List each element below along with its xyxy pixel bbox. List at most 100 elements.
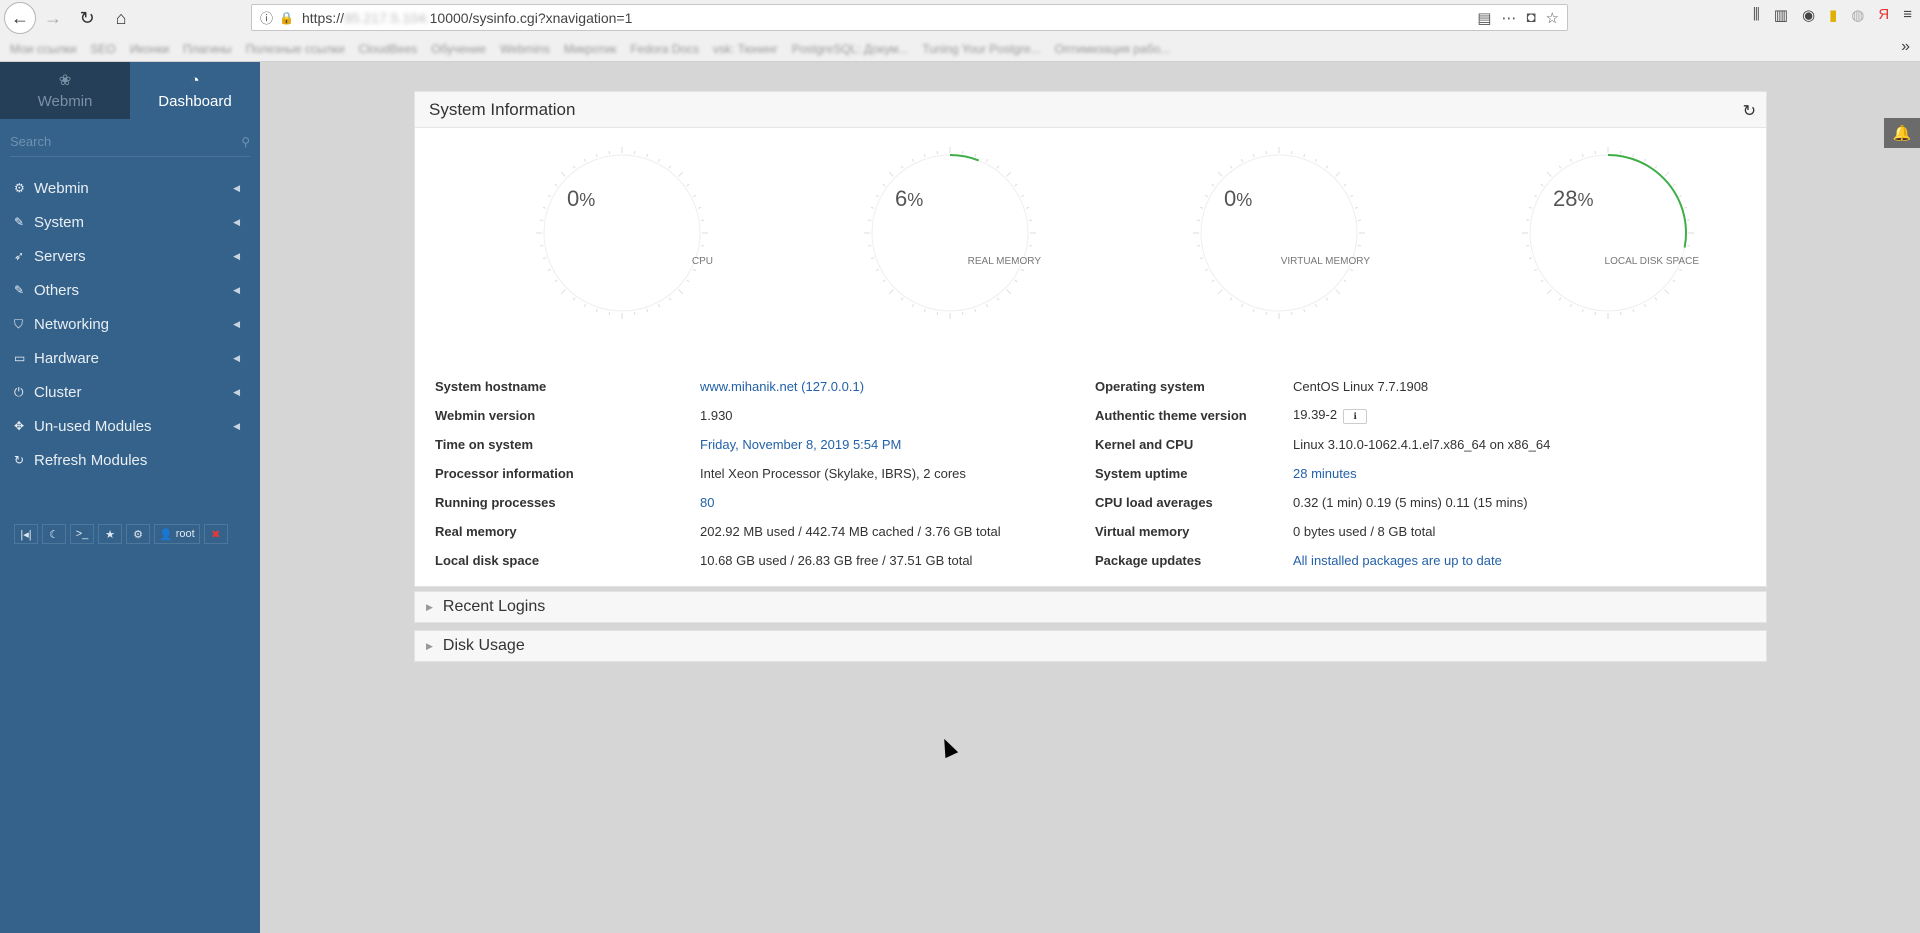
bookmark-item[interactable]: Обучение bbox=[431, 42, 486, 56]
tab-webmin[interactable]: ❀ Webmin bbox=[0, 62, 130, 119]
favorites-star-icon[interactable]: ★ bbox=[98, 524, 122, 544]
yandex-icon[interactable]: Я bbox=[1878, 6, 1889, 24]
gauge-tick bbox=[888, 289, 894, 295]
sidebar-item-un-used-modules[interactable]: ✥ Un-used Modules ◀ bbox=[0, 409, 260, 443]
browser-toolbar: ← → ↻ ⌂ ⓘ 🔒 https://95.217.5.104:10000/s… bbox=[0, 0, 1920, 36]
info-row: Processor information Intel Xeon Processo… bbox=[415, 459, 1768, 488]
gauge-tick bbox=[870, 206, 875, 209]
bookmark-star-icon[interactable]: ☆ bbox=[1546, 9, 1559, 27]
wrench-icon: ✎ bbox=[14, 283, 25, 297]
bookmark-item[interactable]: Tuning Your Postgre... bbox=[922, 42, 1040, 56]
pocket-icon[interactable]: ◘ bbox=[1526, 9, 1535, 27]
sidebar-item-servers[interactable]: ➶ Servers ◀ bbox=[0, 239, 260, 273]
gauge-tick bbox=[1654, 165, 1658, 169]
gauge-tick bbox=[686, 183, 690, 187]
sidebar-item-others[interactable]: ✎ Others ◀ bbox=[0, 273, 260, 307]
gauge-tick bbox=[1664, 289, 1670, 295]
globe-icon[interactable]: ◍ bbox=[1851, 6, 1864, 24]
bookmark-item[interactable]: Мои ссылки bbox=[10, 42, 76, 56]
bookmark-item[interactable]: SEO bbox=[90, 42, 115, 56]
sidebar-item-hardware[interactable]: ▭ Hardware ◀ bbox=[0, 341, 260, 375]
gauge-tick bbox=[1325, 297, 1329, 301]
bookmark-item[interactable]: Fedora Docs bbox=[630, 42, 699, 56]
bookmark-item[interactable]: Webmins bbox=[500, 42, 550, 56]
info-row: System hostname www.mihanik.net (127.0.0.… bbox=[415, 372, 1768, 401]
collapse-sidebar-icon[interactable]: |◂| bbox=[14, 524, 38, 544]
caret-left-icon: ◀ bbox=[233, 216, 240, 227]
account-icon[interactable]: ◉ bbox=[1802, 6, 1815, 24]
gauge-real-memory: 6% REAL MEMORY bbox=[855, 138, 1045, 328]
gauge-tick bbox=[974, 153, 977, 158]
sidebar-item-label: Servers bbox=[34, 247, 86, 265]
disk-usage-section[interactable]: ▶ Disk Usage bbox=[414, 630, 1767, 662]
notification-bell-icon[interactable]: 🔔 bbox=[1884, 118, 1920, 148]
library-icon[interactable]: ⫼ bbox=[1753, 6, 1760, 24]
bookmark-item[interactable]: vsk: Тюнинг bbox=[713, 42, 778, 56]
gauge-tick bbox=[1335, 171, 1341, 177]
theme-settings-icon[interactable]: ⚙ bbox=[126, 524, 150, 544]
bookmark-item[interactable]: CloudBees bbox=[358, 42, 417, 56]
page-actions-icon[interactable]: ⋯ bbox=[1501, 9, 1516, 27]
refresh-icon[interactable]: ↻ bbox=[1743, 101, 1756, 121]
info-value[interactable]: Friday, November 8, 2019 5:54 PM bbox=[700, 437, 901, 452]
back-arrow-icon[interactable]: ← bbox=[4, 2, 36, 34]
bookmark-item[interactable]: Иконки bbox=[130, 42, 169, 56]
section-title: Recent Logins bbox=[442, 598, 546, 615]
info-value: Intel Xeon Processor (Skylake, IBRS), 2 … bbox=[700, 466, 966, 481]
gauge-tick bbox=[572, 165, 576, 169]
info-value[interactable]: 80 bbox=[700, 495, 714, 510]
info-value: Linux 3.10.0-1062.4.1.el7.x86_64 on x86_… bbox=[1293, 437, 1551, 452]
recent-logins-section[interactable]: ▶ Recent Logins bbox=[414, 591, 1767, 623]
gauge-tick bbox=[678, 289, 684, 295]
logout-icon[interactable]: ✖ bbox=[203, 524, 228, 544]
reload-icon[interactable]: ↻ bbox=[70, 3, 104, 33]
sidebar-item-webmin[interactable]: ⚙ Webmin ◀ bbox=[0, 171, 260, 205]
info-value[interactable]: 28 minutes bbox=[1293, 466, 1357, 481]
gauge-tick bbox=[996, 297, 1000, 301]
sidebar-item-label: Refresh Modules bbox=[34, 451, 148, 469]
gauge-dial bbox=[1522, 147, 1694, 319]
bookmark-item[interactable]: Полезные ссылки bbox=[246, 42, 345, 56]
gauge-tick bbox=[974, 308, 977, 313]
search-input[interactable] bbox=[10, 134, 210, 149]
caret-right-icon: ▶ bbox=[426, 640, 433, 651]
gauge-tick bbox=[1546, 289, 1552, 295]
info-value[interactable]: All installed packages are up to date bbox=[1293, 553, 1502, 568]
insecure-lock-icon[interactable]: 🔒 bbox=[279, 11, 294, 25]
bookmark-item[interactable]: PostgreSQL: Докум... bbox=[792, 42, 908, 56]
section-title: Disk Usage bbox=[442, 637, 525, 654]
extension-flag-icon[interactable]: ▮ bbox=[1829, 6, 1837, 24]
night-mode-icon[interactable]: ☾ bbox=[42, 524, 66, 544]
gauge-ring bbox=[871, 154, 1029, 312]
forward-arrow-icon[interactable]: → bbox=[36, 3, 70, 33]
sidebar-toggle-icon[interactable]: ▥ bbox=[1774, 6, 1788, 24]
gauge-tick bbox=[547, 268, 551, 272]
gauge-label: VIRTUAL MEMORY bbox=[1280, 256, 1370, 267]
bookmark-item[interactable]: Микротик bbox=[564, 42, 616, 56]
bookmark-item[interactable]: Оптимизация рабо... bbox=[1055, 42, 1170, 56]
reader-view-icon[interactable]: ▤ bbox=[1477, 9, 1491, 27]
sidebar-item-system[interactable]: ✎ System ◀ bbox=[0, 205, 260, 239]
sidebar-item-cluster[interactable]: ⏻ Cluster ◀ bbox=[0, 375, 260, 409]
hamburger-menu-icon[interactable]: ≡ bbox=[1903, 6, 1912, 24]
gauge-tick bbox=[1204, 194, 1208, 198]
bookmark-item[interactable]: Плагины bbox=[183, 42, 232, 56]
user-root-button[interactable]: 👤 root bbox=[154, 524, 200, 544]
chevron-right-icon[interactable]: » bbox=[1901, 38, 1910, 56]
info-icon[interactable]: ⓘ bbox=[260, 8, 273, 27]
gauge-tick bbox=[923, 308, 926, 313]
terminal-icon[interactable]: >_ bbox=[70, 524, 94, 544]
gauge-ring bbox=[543, 154, 701, 312]
gauge-tick bbox=[646, 308, 649, 313]
info-row: Webmin version 1.930 Authentic theme versi… bbox=[415, 401, 1768, 430]
sidebar-item-refresh-modules[interactable]: ↻ Refresh Modules bbox=[0, 443, 260, 477]
tab-dashboard[interactable]: ◔ Dashboard bbox=[130, 62, 260, 119]
info-circle-icon[interactable]: ℹ bbox=[1343, 408, 1368, 424]
url-text[interactable]: https://95.217.5.104:10000/sysinfo.cgi?x… bbox=[302, 10, 632, 26]
gauge-tick bbox=[547, 194, 551, 198]
info-value[interactable]: www.mihanik.net (127.0.0.1) bbox=[700, 379, 864, 394]
sidebar-item-networking[interactable]: ⛉ Networking ◀ bbox=[0, 307, 260, 341]
search-icon[interactable]: ⚲ bbox=[241, 135, 250, 149]
home-icon[interactable]: ⌂ bbox=[104, 3, 138, 33]
url-bar[interactable]: ⓘ 🔒 https://95.217.5.104:10000/sysinfo.c… bbox=[251, 4, 1568, 31]
